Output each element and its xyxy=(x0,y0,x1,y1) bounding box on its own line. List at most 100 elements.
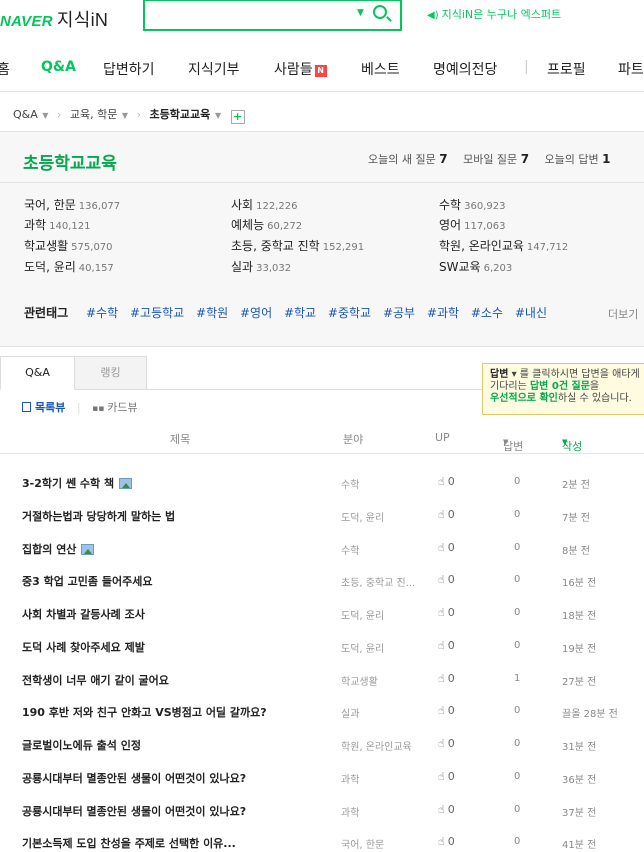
nav-item-people[interactable]: 사람들 N xyxy=(274,59,327,79)
up-vote-button[interactable]: ☝ 0 xyxy=(438,672,455,685)
question-field-link[interactable]: 학원, 온라인교육 xyxy=(341,738,436,753)
up-vote-button[interactable]: ☝ 0 xyxy=(438,606,455,619)
tooltip-highlight: 답변 0건 질문 xyxy=(529,381,590,392)
question-title-link[interactable]: 거절하는법과 당당하게 말하는 법 xyxy=(22,508,175,524)
question-title-link[interactable]: 사회 차별과 갈등사례 조사 xyxy=(22,606,145,622)
tab-ranking[interactable]: 랭킹 xyxy=(75,356,147,390)
up-count: 0 xyxy=(447,769,455,783)
tag-link[interactable]: #소수 xyxy=(471,306,503,320)
question-title: 거절하는법과 당당하게 말하는 법 xyxy=(22,509,176,523)
nav-item-hall-of-fame[interactable]: 명예의전당 xyxy=(433,59,497,79)
up-vote-button[interactable]: ☝ 0 xyxy=(438,803,455,816)
nav-item-home[interactable]: 홈 xyxy=(0,59,10,79)
up-vote-button[interactable]: ☝ 0 xyxy=(438,770,455,783)
tag-link[interactable]: #중학교 xyxy=(328,306,371,320)
subcategory-name: 과학 xyxy=(24,218,47,232)
tag-link[interactable]: #학원 xyxy=(196,306,228,320)
question-title-link[interactable]: 중3 학업 고민좀 들어주세요 xyxy=(22,573,152,589)
subcategory-name: 학교생활 xyxy=(24,239,69,253)
up-count: 0 xyxy=(447,704,455,718)
question-field-link[interactable]: 도덕, 윤리 xyxy=(341,640,436,655)
tag-link[interactable]: #학교 xyxy=(284,306,316,320)
question-title-link[interactable]: 전학생이 너무 애기 같이 굴어요 xyxy=(22,672,169,688)
up-vote-button[interactable]: ☝ 0 xyxy=(438,737,455,750)
answer-count: 1 xyxy=(514,672,521,684)
question-field-link[interactable]: 도덕, 윤리 xyxy=(341,509,436,524)
subcategory-link[interactable]: 수학 360,923 xyxy=(439,196,505,213)
question-title-link[interactable]: 집합의 연산 xyxy=(22,541,95,557)
up-vote-button[interactable]: ☝ 0 xyxy=(438,573,455,586)
add-favorite-button[interactable]: + xyxy=(230,110,245,124)
subcategory-link[interactable]: 초등, 중학교 진학 152,291 xyxy=(231,237,364,254)
list-view-button[interactable]: 목록뷰 xyxy=(22,401,65,414)
naver-logo[interactable]: NAVER 지식iN xyxy=(0,6,108,32)
written-time: 18분 전 xyxy=(562,611,597,622)
question-title-link[interactable]: 3-2학기 쎈 수학 책 xyxy=(22,475,133,491)
breadcrumb-root[interactable]: Q&A ▼ xyxy=(13,108,48,121)
question-title-link[interactable]: 공룡시대부터 멸종안된 생물이 어떤것이 있나요? xyxy=(22,770,246,786)
up-count: 0 xyxy=(447,671,455,685)
breadcrumb-current[interactable]: 초등학교교육 ▼ xyxy=(149,108,221,121)
question-field-link[interactable]: 과학 xyxy=(341,804,436,819)
question-field-link[interactable]: 과학 xyxy=(341,771,436,786)
tag-link[interactable]: #영어 xyxy=(240,306,272,320)
up-vote-button[interactable]: ☝ 0 xyxy=(438,541,455,554)
category-panel: 초등학교교육 오늘의 새 질문 7 모바일 질문 7 오늘의 답변 1 국어, … xyxy=(0,131,644,347)
search-input[interactable] xyxy=(153,1,343,27)
tags-more-button[interactable]: 더보기 xyxy=(608,306,638,322)
question-title: 글로벌이노에듀 출석 인정 xyxy=(22,739,141,752)
question-field-link[interactable]: 수학 xyxy=(341,542,436,557)
written-time: 37분 전 xyxy=(562,807,597,819)
question-title-link[interactable]: 글로벌이노에듀 출석 인정 xyxy=(22,737,141,753)
search-icon[interactable] xyxy=(373,5,387,19)
question-title-link[interactable]: 도덕 사례 찾아주세요 제발 xyxy=(22,639,145,655)
nav-item-answer[interactable]: 답변하기 xyxy=(103,59,155,79)
question-field-link[interactable]: 도덕, 윤리 xyxy=(341,607,436,622)
tooltip-line: 우선적으로 확인하실 수 있습니다. xyxy=(490,393,644,405)
speaker-icon: ◀) xyxy=(427,10,439,21)
card-view-button[interactable]: ▪▪ 카드뷰 xyxy=(92,401,138,414)
subcategory-link[interactable]: 사회 122,226 xyxy=(231,196,297,213)
subcategory-link[interactable]: 도덕, 윤리 40,157 xyxy=(24,258,114,275)
question-field-link[interactable]: 수학 xyxy=(341,476,436,491)
tag-link[interactable]: #과학 xyxy=(427,306,459,320)
question-field-link[interactable]: 국어, 한문 xyxy=(341,836,436,851)
tag-link[interactable]: #수학 xyxy=(86,306,118,320)
question-title-link[interactable]: 190 후반 저와 친구 안화고 VS병점고 어딜 갈까요? xyxy=(22,704,267,720)
up-vote-button[interactable]: ☝ 0 xyxy=(438,835,455,848)
nav-item-profile[interactable]: 프로필 xyxy=(547,59,586,79)
answer-count: 0 xyxy=(514,476,521,487)
question-field-link[interactable]: 학교생활 xyxy=(341,673,436,688)
question-title-link[interactable]: 공룡시대부터 멸종안된 생물이 어떤것이 있나요? xyxy=(22,803,246,819)
tag-link[interactable]: #내신 xyxy=(515,306,547,320)
nav-item-best[interactable]: 베스트 xyxy=(361,59,400,79)
question-title-link[interactable]: 기본소득제 도입 찬성을 주제로 선택한 이유... xyxy=(22,835,236,851)
tag-link[interactable]: #고등학교 xyxy=(130,306,184,320)
subcategory-link[interactable]: 예체능 60,272 xyxy=(231,216,302,233)
tab-qa[interactable]: Q&A xyxy=(0,356,75,390)
up-vote-button[interactable]: ☝ 0 xyxy=(438,508,455,521)
breadcrumb-level1[interactable]: 교육, 학문 ▼ xyxy=(70,108,128,121)
subcategory-link[interactable]: 학원, 온라인교육 147,712 xyxy=(439,237,568,254)
question-field-link[interactable]: 초등, 중학교 진... xyxy=(341,574,436,589)
subcategory-name: 예체능 xyxy=(231,218,265,232)
written-time: 27분 전 xyxy=(562,676,597,688)
up-vote-button[interactable]: ☝ 0 xyxy=(438,639,455,652)
question-field-link[interactable]: 실과 xyxy=(341,705,436,720)
subcategory-link[interactable]: 영어 117,063 xyxy=(439,216,505,233)
nav-item-qa[interactable]: Q&A xyxy=(41,59,76,75)
up-vote-button[interactable]: ☝ 0 xyxy=(438,475,455,488)
up-vote-button[interactable]: ☝ 0 xyxy=(438,704,455,717)
search-options-dropdown-icon[interactable]: ▼ xyxy=(357,8,364,18)
expert-promo-link[interactable]: ◀) 지식iN은 누구나 엑스퍼트 xyxy=(427,6,561,22)
subcategory-link[interactable]: SW교육 6,203 xyxy=(439,258,512,275)
question-title: 전학생이 너무 애기 같이 굴어요 xyxy=(22,673,169,687)
subcategory-link[interactable]: 과학 140,121 xyxy=(24,216,90,233)
nav-item-donate[interactable]: 지식기부 xyxy=(188,59,240,79)
nav-item-partner[interactable]: 파트 xyxy=(618,59,644,79)
subcategory-link[interactable]: 실과 33,032 xyxy=(231,258,291,275)
subcategory-link[interactable]: 학교생활 575,070 xyxy=(24,237,113,254)
subcategory-link[interactable]: 국어, 한문 136,077 xyxy=(24,196,120,213)
thumbs-up-icon: ☝ xyxy=(438,475,445,488)
tag-link[interactable]: #공부 xyxy=(383,306,415,320)
